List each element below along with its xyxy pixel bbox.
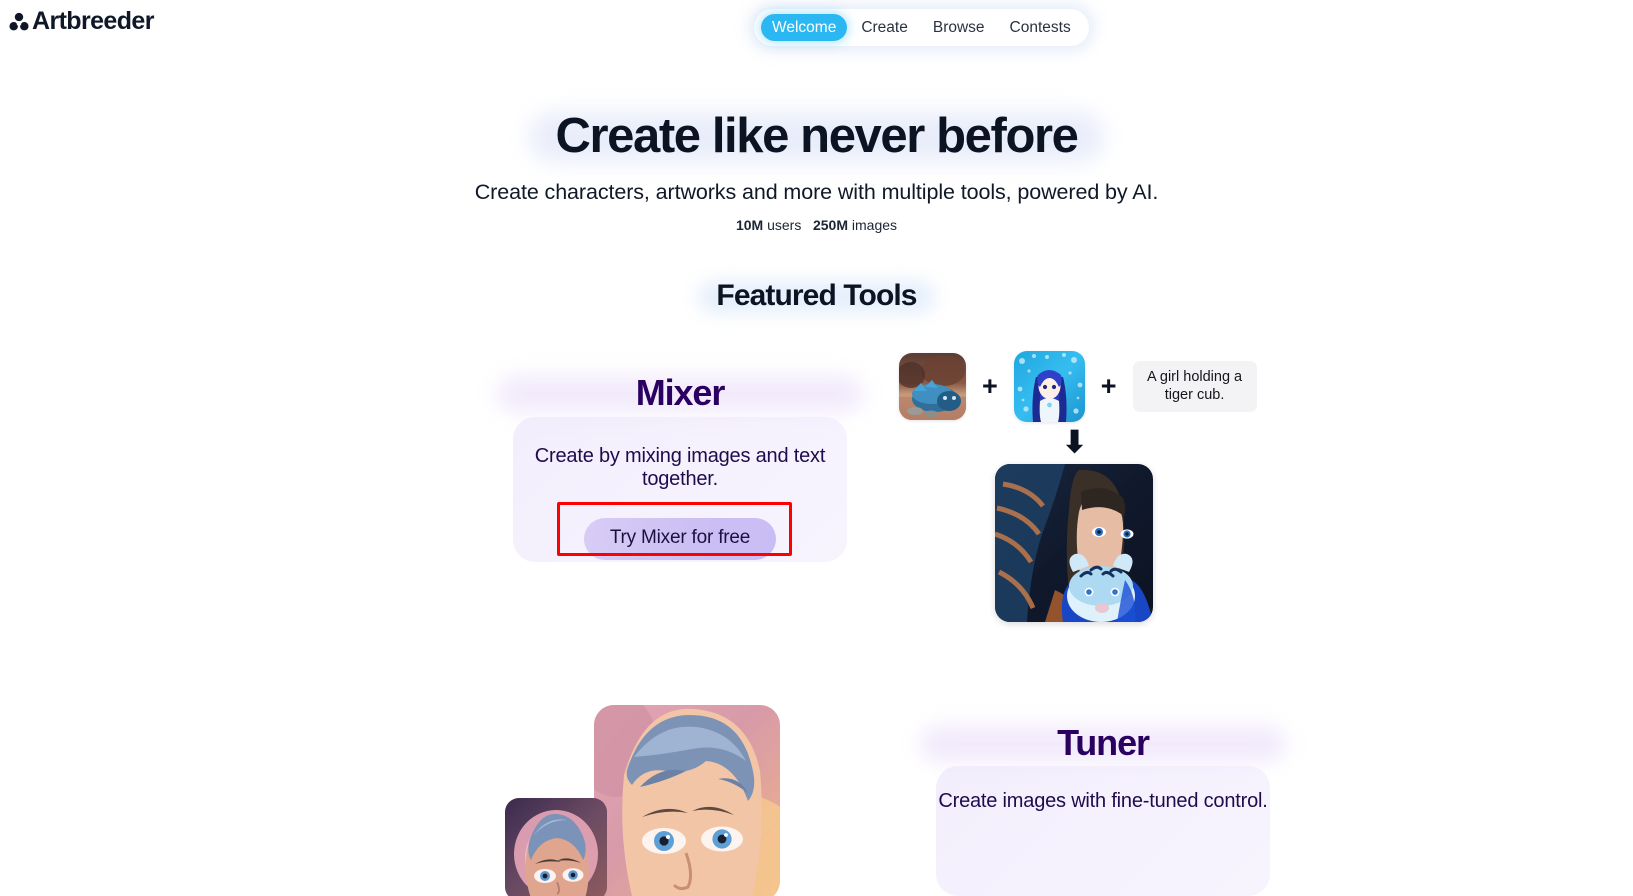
arrow-down-icon: ⬇ xyxy=(1062,426,1088,459)
mixer-input-image-1[interactable] xyxy=(899,353,966,420)
hero-subtitle: Create characters, artworks and more wit… xyxy=(474,180,1159,205)
nav-item-browse[interactable]: Browse xyxy=(922,14,996,41)
trefoil-icon xyxy=(8,11,30,33)
mixer-plus-operator-1: + xyxy=(982,371,998,401)
nav-item-welcome[interactable]: Welcome xyxy=(761,13,848,42)
page-title: Create like never before xyxy=(555,109,1078,163)
featured-tools-section: Featured Tools xyxy=(0,277,1633,315)
stat-images-label: images xyxy=(851,217,898,234)
mixer-input-image-2[interactable] xyxy=(1013,351,1085,422)
hero-section: Create like never before Create characte… xyxy=(0,104,1633,233)
nav-item-contests[interactable]: Contests xyxy=(999,14,1082,41)
tuner-tool-title: Tuner xyxy=(936,722,1270,764)
stat-users-label: users xyxy=(767,217,802,234)
brand-name: Artbreeder xyxy=(32,7,154,35)
tuner-tool-description: Create images with fine-tuned control. xyxy=(938,790,1268,812)
brand-logo[interactable]: Artbreeder xyxy=(8,9,154,34)
mixer-plus-operator-2: + xyxy=(1100,371,1117,401)
mixer-tool-card: Create by mixing images and text togethe… xyxy=(513,417,847,562)
nav-item-create[interactable]: Create xyxy=(850,14,919,41)
stat-images-count: 250M xyxy=(812,217,849,234)
mixer-demo-inputs: + + A girl holding a tiger cub. xyxy=(899,351,1257,422)
main-navigation: Welcome Create Browse Contests xyxy=(754,9,1089,46)
tuner-preview-image-small[interactable] xyxy=(505,798,607,896)
stat-users-count: 10M xyxy=(735,217,764,234)
mixer-tool-title: Mixer xyxy=(513,372,847,414)
mixer-tool-description: Create by mixing images and text togethe… xyxy=(534,445,826,491)
try-mixer-for-free-button[interactable]: Try Mixer for free xyxy=(583,517,777,560)
mixer-output-image[interactable] xyxy=(995,464,1153,622)
tuner-preview-image-large[interactable] xyxy=(594,705,780,896)
site-header: Artbreeder Welcome Create Browse Contest… xyxy=(0,0,1633,56)
tuner-tool-card: Create images with fine-tuned control. xyxy=(936,766,1270,896)
hero-stats: 10M users 250M images xyxy=(0,217,1633,233)
mixer-input-text-prompt[interactable]: A girl holding a tiger cub. xyxy=(1132,360,1257,413)
hero-title-container: Create like never before xyxy=(529,104,1103,168)
artbreeder-welcome-page: Artbreeder Welcome Create Browse Contest… xyxy=(0,0,1633,896)
featured-heading-container: Featured Tools xyxy=(698,277,934,315)
featured-tools-heading: Featured Tools xyxy=(716,279,917,312)
